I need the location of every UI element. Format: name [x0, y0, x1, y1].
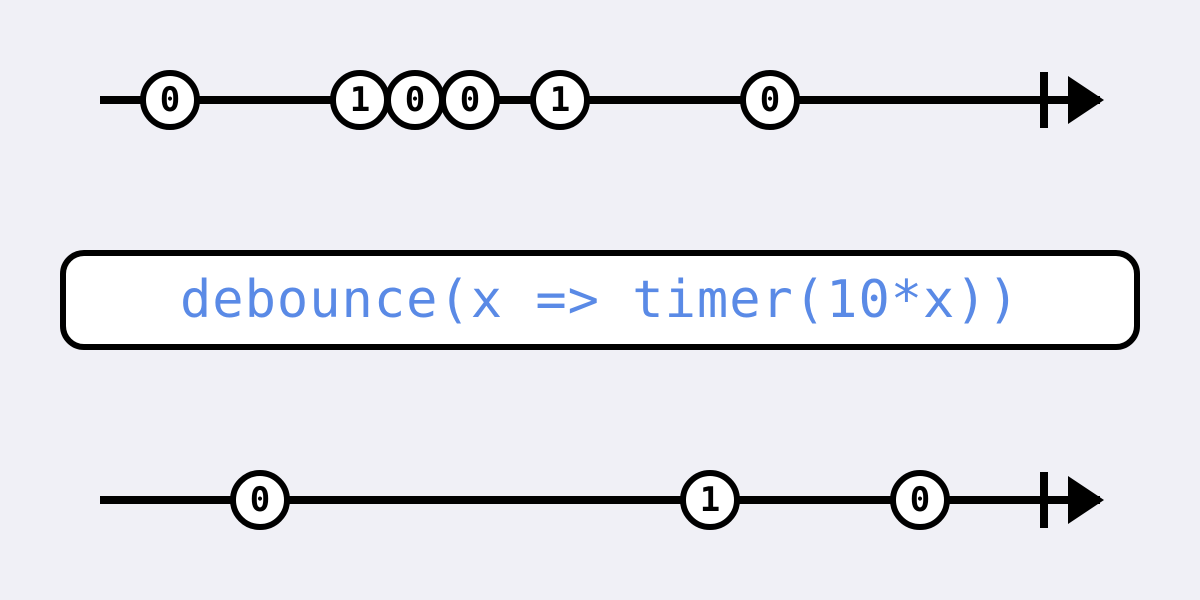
operator-label: debounce(x => timer(10*x)) — [180, 270, 1020, 330]
marble-value: 1 — [550, 80, 570, 120]
source-marble: 1 — [330, 70, 390, 130]
output-complete-tick — [1040, 472, 1048, 528]
marble-value: 1 — [350, 80, 370, 120]
marble-value: 0 — [160, 80, 180, 120]
marble-diagram: 010010 debounce(x => timer(10*x)) 010 — [0, 0, 1200, 600]
operator-box: debounce(x => timer(10*x)) — [60, 250, 1140, 350]
source-marble: 0 — [440, 70, 500, 130]
source-marble: 1 — [530, 70, 590, 130]
marble-value: 0 — [405, 80, 425, 120]
output-marble: 0 — [230, 470, 290, 530]
marble-value: 0 — [250, 480, 270, 520]
marble-value: 0 — [460, 80, 480, 120]
output-marble: 1 — [680, 470, 740, 530]
marble-value: 0 — [760, 80, 780, 120]
source-marble: 0 — [385, 70, 445, 130]
source-complete-tick — [1040, 72, 1048, 128]
arrow-right-icon — [1068, 476, 1104, 524]
source-timeline: 010010 — [100, 70, 1100, 130]
arrow-right-icon — [1068, 76, 1104, 124]
marble-value: 1 — [700, 480, 720, 520]
source-marble: 0 — [740, 70, 800, 130]
source-axis — [100, 96, 1100, 104]
output-timeline: 0 1 0 — [100, 470, 1100, 530]
source-marble: 0 — [140, 70, 200, 130]
output-marble: 0 — [890, 470, 950, 530]
marble-value: 0 — [910, 480, 930, 520]
